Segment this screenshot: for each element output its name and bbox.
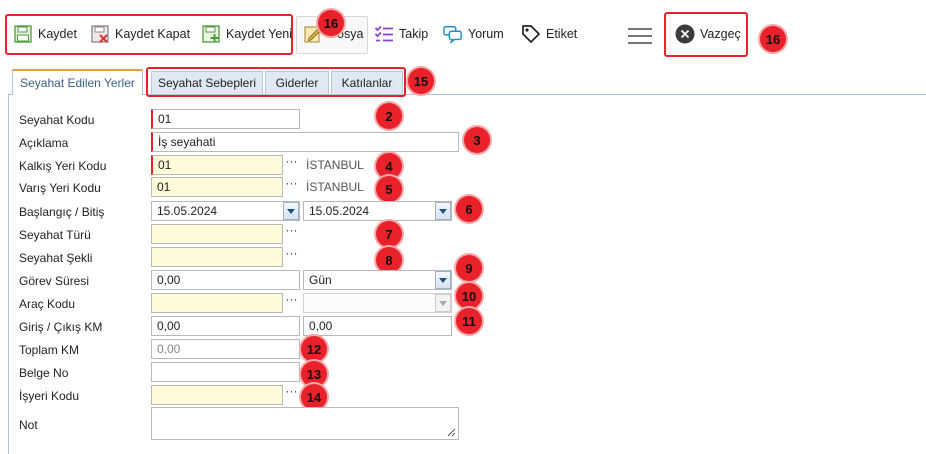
tag-icon [522, 25, 540, 43]
save-icon [14, 25, 32, 43]
departure-lookup-button[interactable]: ··· [283, 155, 300, 175]
cancel-label: Vazgeç [700, 27, 741, 41]
save-close-label: Kaydet Kapat [115, 27, 191, 41]
save-new-icon [202, 25, 220, 43]
annotation-badge: 16 [760, 26, 786, 52]
chevron-down-icon [439, 300, 447, 306]
total-km-label: Toplam KM [19, 343, 80, 357]
comment-icon [443, 26, 462, 44]
save-new-button[interactable]: Kaydet Yeni [201, 21, 292, 47]
tab-travel-reasons[interactable]: Seyahat Sebepleri [151, 71, 263, 95]
tag-button[interactable]: Etiket [521, 21, 577, 47]
end-date-dropdown[interactable] [435, 202, 451, 220]
start-date-dropdown[interactable] [283, 202, 299, 220]
doc-no-input[interactable] [151, 362, 300, 382]
save-button[interactable]: Kaydet [13, 21, 77, 47]
end-date-input[interactable]: 15.05.2024 [303, 201, 452, 221]
departure-code-input[interactable]: 01 [151, 155, 283, 175]
duty-duration-input[interactable]: 0,00 [151, 270, 300, 290]
annotation-badge: 10 [456, 283, 482, 309]
travel-mode-input[interactable] [151, 247, 283, 267]
travel-type-lookup-button[interactable]: ··· [283, 224, 300, 244]
km-in-input[interactable]: 0,00 [151, 316, 300, 336]
travel-mode-lookup-button[interactable]: ··· [283, 247, 300, 267]
annotation-badge: 3 [464, 127, 490, 153]
annotation-badge: 7 [376, 221, 402, 247]
toolbar: Kaydet Kaydet Kapat Kaydet Yeni Dosya Ta… [0, 0, 926, 62]
departure-name: İSTANBUL [306, 158, 364, 172]
annotation-badge: 11 [456, 308, 482, 334]
arrival-code-input[interactable]: 01 [151, 177, 283, 197]
travel-mode-label: Seyahat Şekli [19, 251, 93, 265]
duty-duration-label: Görev Süresi [19, 274, 90, 288]
duty-unit-select[interactable]: Gün [303, 270, 452, 290]
tag-label: Etiket [546, 27, 578, 41]
vehicle-lookup-button[interactable]: ··· [283, 293, 300, 313]
chevron-down-icon [439, 277, 447, 283]
arrival-lookup-button[interactable]: ··· [283, 177, 300, 197]
vehicle-dropdown [435, 294, 451, 312]
cancel-button[interactable]: Vazgeç [675, 21, 741, 47]
note-textarea[interactable] [151, 407, 459, 440]
travel-type-label: Seyahat Türü [19, 228, 91, 242]
annotation-badge: 9 [456, 255, 482, 281]
annotation-badge: 6 [456, 196, 482, 222]
follow-label: Takip [399, 27, 429, 41]
doc-no-label: Belge No [19, 366, 69, 380]
km-label: Giriş / Çıkış KM [19, 320, 103, 334]
annotation-badge: 2 [376, 103, 402, 129]
departure-label: Kalkış Yeri Kodu [19, 159, 107, 173]
tab-expenses[interactable]: Giderler [265, 71, 329, 95]
arrival-label: Varış Yeri Kodu [19, 181, 101, 195]
annotation-badge: 12 [301, 336, 327, 362]
checklist-icon [374, 25, 393, 42]
menu-icon[interactable] [627, 27, 653, 45]
description-input[interactable]: İş seyahati [151, 132, 459, 152]
km-out-input[interactable]: 0,00 [303, 316, 452, 336]
resize-handle-icon[interactable] [446, 427, 456, 437]
tab-travel-places[interactable]: Seyahat Edilen Yerler [12, 69, 143, 95]
save-new-label: Kaydet Yeni [226, 27, 293, 41]
annotation-badge: 16 [318, 10, 344, 36]
annotation-badge: 15 [408, 68, 434, 94]
workplace-lookup-button[interactable]: ··· [283, 385, 300, 405]
save-close-icon [91, 25, 109, 43]
workplace-code-label: İşyeri Kodu [19, 389, 80, 403]
save-label: Kaydet [38, 27, 77, 41]
note-label: Not [19, 418, 38, 432]
vehicle-select [303, 293, 452, 313]
save-close-button[interactable]: Kaydet Kapat [90, 21, 190, 47]
duty-unit-dropdown[interactable] [435, 271, 451, 289]
follow-button[interactable]: Takip [374, 21, 428, 47]
annotation-badge: 5 [376, 176, 402, 202]
chevron-down-icon [287, 208, 295, 214]
total-km-input: 0,00 [151, 339, 300, 359]
tab-participants[interactable]: Katılanlar [331, 71, 403, 95]
comment-button[interactable]: Yorum [443, 21, 504, 47]
close-icon [675, 24, 695, 44]
vehicle-code-input[interactable] [151, 293, 283, 313]
comment-label: Yorum [468, 27, 504, 41]
chevron-down-icon [439, 208, 447, 214]
travel-code-input[interactable]: 01 [151, 109, 300, 129]
description-label: Açıklama [19, 136, 69, 150]
workplace-code-input[interactable] [151, 385, 283, 405]
arrival-name: İSTANBUL [306, 180, 364, 194]
start-date-input[interactable]: 15.05.2024 [151, 201, 300, 221]
travel-type-input[interactable] [151, 224, 283, 244]
vehicle-code-label: Araç Kodu [19, 297, 76, 311]
travel-code-label: Seyahat Kodu [19, 113, 95, 127]
dates-label: Başlangıç / Bitiş [19, 205, 105, 219]
